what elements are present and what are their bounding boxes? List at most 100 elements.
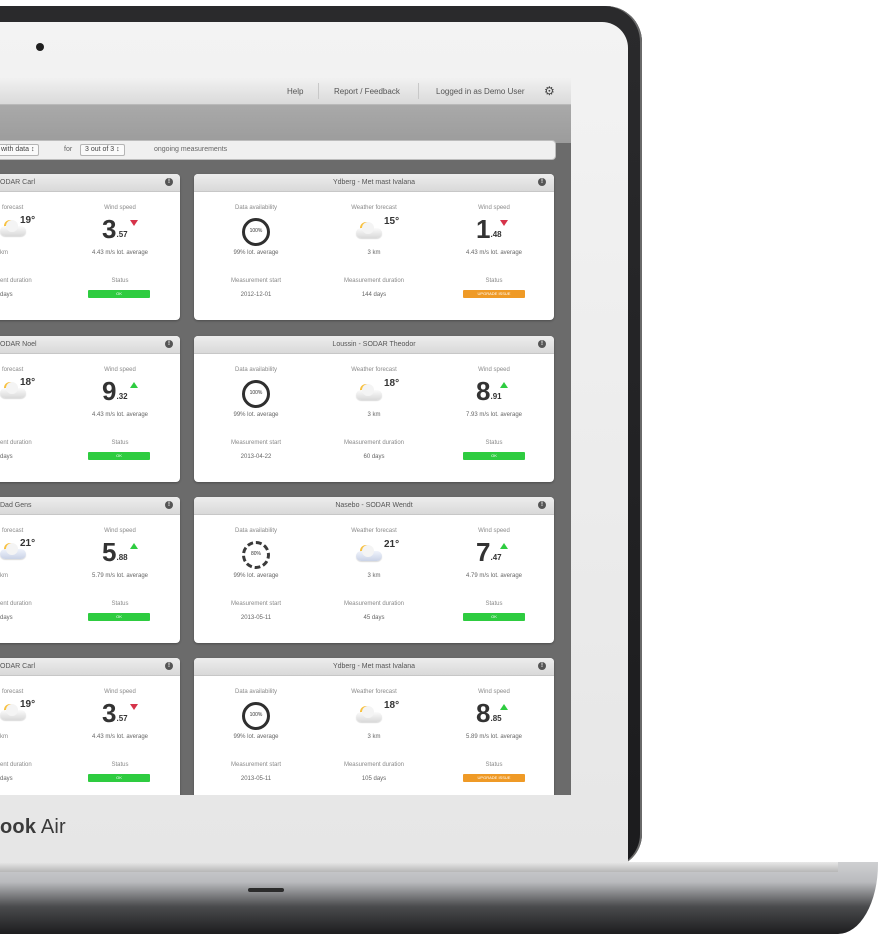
station-card[interactable]: Nasebo - SODAR Wendt! Data availability 80…: [194, 497, 554, 643]
wind-speed-value: 1.48: [476, 216, 502, 243]
card-title: ODAR Noel: [0, 341, 37, 348]
wind-speed-label: Wind speed: [478, 528, 510, 534]
status-label: Status: [111, 440, 129, 446]
laptop-brand: ook Air: [0, 816, 66, 839]
info-icon[interactable]: !: [538, 178, 546, 186]
wind-speed-label: Wind speed: [104, 205, 136, 211]
wind-speed-decimal: .57: [116, 714, 128, 723]
wind-average: 4.43 m/s lot. average: [91, 250, 149, 256]
info-icon[interactable]: !: [538, 662, 546, 670]
feedback-link[interactable]: Report / Feedback: [334, 87, 400, 96]
card-title: Dad Gens: [0, 502, 32, 509]
availability-label: Data availability: [234, 528, 278, 534]
divider: [318, 83, 319, 99]
measurement-duration-label: Measurement duration: [343, 601, 405, 607]
count-filter-select[interactable]: 3 out of 3 ↕: [80, 144, 125, 156]
status-label: Status: [485, 440, 503, 446]
measurement-duration-label: Measurement duration: [343, 278, 405, 284]
wind-speed-value: 3.57: [102, 216, 128, 243]
status-badge: OK: [463, 613, 525, 621]
duration-value: days: [0, 776, 13, 782]
station-card[interactable]: ODAR Carl! forecast 19° km Wind speed 3.57 4.4…: [0, 658, 180, 795]
weather-label: forecast: [2, 528, 24, 534]
wind-speed-label: Wind speed: [104, 528, 136, 534]
station-card[interactable]: Loussin - SODAR Theodor! Data availabilit…: [194, 336, 554, 482]
wind-speed-label: Wind speed: [478, 367, 510, 373]
availability-label: Data availability: [234, 205, 278, 211]
wind-speed-integer: 7: [476, 537, 491, 567]
station-card[interactable]: Ydberg - Met mast Ivalana! Data availabil…: [194, 658, 554, 795]
info-icon[interactable]: !: [165, 501, 173, 509]
wind-speed-value: 8.91: [476, 378, 502, 405]
availability-gauge: 80%: [242, 541, 270, 569]
status-badge: OK: [463, 452, 525, 460]
status-badge: OK: [88, 290, 150, 298]
card-title: Ydberg - Met mast Ivalana: [332, 179, 416, 186]
wind-average: 7.93 m/s lot. average: [465, 412, 523, 418]
wind-speed-value: 5.88: [102, 539, 128, 566]
availability-gauge: 100%: [242, 218, 270, 246]
wind-average: 4.43 m/s lot. average: [465, 250, 523, 256]
availability-value: 100%: [249, 390, 263, 396]
cloud-shape: [356, 222, 382, 238]
temperature: 18°: [384, 700, 400, 711]
status-badge: UPGRADE ISSUE: [463, 290, 525, 298]
wind-speed-integer: 8: [476, 698, 491, 728]
wind-speed-decimal: .91: [490, 392, 502, 401]
info-icon[interactable]: !: [165, 340, 173, 348]
card-title: ODAR Carl: [0, 663, 36, 670]
info-icon[interactable]: !: [165, 178, 173, 186]
card-title: Ydberg - Met mast Ivalana: [332, 663, 416, 670]
wind-average: 4.79 m/s lot. average: [465, 573, 523, 579]
brand-bold: ook: [0, 816, 37, 838]
filter-for-label: for: [64, 146, 73, 153]
help-link[interactable]: Help: [287, 87, 303, 96]
card-header: Ydberg - Met mast Ivalana!: [194, 658, 554, 676]
measurement-duration-label: Measurement duration: [343, 762, 405, 768]
temperature: 19°: [20, 215, 36, 226]
duration-label: ent duration: [0, 601, 32, 607]
status-label: Status: [111, 762, 129, 768]
station-card[interactable]: Dad Gens! forecast 21° km Wind speed 5.88 5.79…: [0, 497, 180, 643]
temperature: 19°: [20, 699, 36, 710]
wind-speed-label: Wind speed: [478, 689, 510, 695]
temperature: 15°: [384, 216, 400, 227]
station-card[interactable]: ODAR Carl! forecast 19° km Wind speed 3.57 4.4…: [0, 174, 180, 320]
measurement-start-value: 2013-05-11: [240, 776, 272, 782]
card-header: ODAR Noel!: [0, 336, 180, 354]
wind-speed-integer: 3: [102, 698, 117, 728]
availability-gauge: 100%: [242, 380, 270, 408]
measurement-start-label: Measurement start: [230, 440, 282, 446]
availability-average: 99% lot. average: [233, 412, 279, 418]
logged-in-user[interactable]: Logged in as Demo User: [436, 87, 525, 96]
divider: [418, 83, 419, 99]
availability-average: 99% lot. average: [233, 250, 279, 256]
data-filter-select[interactable]: with data ↕: [0, 144, 40, 156]
wind-speed-label: Wind speed: [104, 689, 136, 695]
status-badge: OK: [88, 774, 150, 782]
status-badge: OK: [88, 452, 150, 460]
info-icon[interactable]: !: [538, 501, 546, 509]
trend-up-icon: [500, 382, 508, 388]
cloud-shape: [356, 706, 382, 722]
wind-speed-label: Wind speed: [104, 367, 136, 373]
cloud-shape: [0, 543, 26, 559]
laptop-notch: [248, 888, 284, 892]
station-card[interactable]: Ydberg - Met mast Ivalana! Data availabil…: [194, 174, 554, 320]
station-card[interactable]: ODAR Noel! forecast 18° Wind speed 9.32 4.43 …: [0, 336, 180, 482]
wind-average: 4.43 m/s lot. average: [91, 734, 149, 740]
temperature: 21°: [384, 539, 400, 550]
wind-speed-integer: 8: [476, 376, 491, 406]
availability-gauge: 100%: [242, 702, 270, 730]
status-label: Status: [111, 278, 129, 284]
trend-up-icon: [500, 704, 508, 710]
weather-sub: 3 km: [367, 573, 381, 579]
laptop-base: [0, 862, 878, 934]
duration-label: ent duration: [0, 762, 32, 768]
card-title: Loussin - SODAR Theodor: [332, 341, 416, 348]
info-icon[interactable]: !: [538, 340, 546, 348]
temperature: 18°: [384, 378, 400, 389]
weather-label: forecast: [2, 367, 24, 373]
info-icon[interactable]: !: [165, 662, 173, 670]
gear-icon[interactable]: ⚙: [544, 85, 556, 97]
